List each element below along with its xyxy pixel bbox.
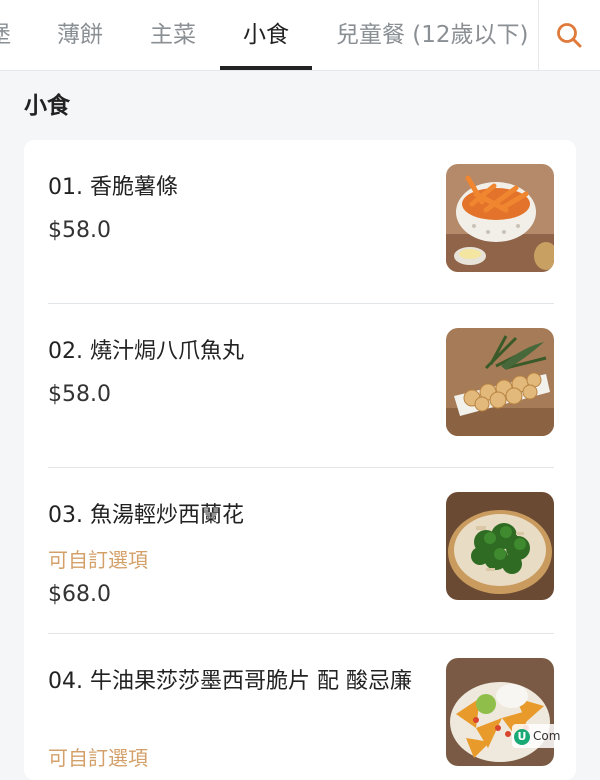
search-button[interactable]: [538, 0, 600, 70]
category-tab-bar: 堡 薄餅 主菜 小食 兒童餐 (12歲以下): [0, 0, 600, 71]
watermark-text: Com: [533, 729, 561, 743]
section-title: 小食: [24, 93, 70, 119]
tab-kids-meal[interactable]: 兒童餐 (12歲以下): [336, 0, 529, 70]
active-tab-indicator: [220, 66, 312, 70]
menu-item[interactable]: 03. 魚湯輕炒西蘭花 可自訂選項 $68.0: [24, 468, 576, 634]
broccoli-thumbnail[interactable]: [446, 492, 554, 600]
menu-item[interactable]: 01. 香脆薯條 $58.0: [24, 140, 576, 304]
search-icon: [557, 23, 582, 48]
tab-burger[interactable]: 堡: [0, 0, 11, 70]
item-price: $58.0: [48, 218, 111, 243]
tab-pizza[interactable]: 薄餅: [57, 0, 103, 70]
menu-item[interactable]: 02. 燒汁焗八爪魚丸 $58.0: [24, 304, 576, 468]
menu-card: 01. 香脆薯條 $58.0 02. 燒汁焗八爪魚丸 $58.0 03. 魚湯輕…: [24, 140, 576, 780]
item-name: 01. 香脆薯條: [48, 175, 178, 200]
item-price: $58.0: [48, 382, 111, 407]
item-price: $68.0: [48, 582, 111, 607]
watermark-logo: U: [514, 728, 530, 745]
item-name: 02. 燒汁焗八爪魚丸: [48, 339, 244, 364]
fries-thumbnail[interactable]: [446, 164, 554, 272]
customizable-option-label: 可自訂選項: [48, 548, 148, 572]
octopus-balls-thumbnail[interactable]: [446, 328, 554, 436]
item-name: 04. 牛油果莎莎墨西哥脆片 配 酸忌廉: [48, 669, 412, 694]
tab-snacks[interactable]: 小食: [243, 0, 289, 70]
customizable-option-label: 可自訂選項: [48, 746, 148, 770]
tab-mains[interactable]: 主菜: [150, 0, 196, 70]
menu-item[interactable]: 04. 牛油果莎莎墨西哥脆片 配 酸忌廉 可自訂選項: [24, 634, 576, 780]
watermark: U Com: [512, 724, 567, 748]
item-name: 03. 魚湯輕炒西蘭花: [48, 503, 244, 528]
